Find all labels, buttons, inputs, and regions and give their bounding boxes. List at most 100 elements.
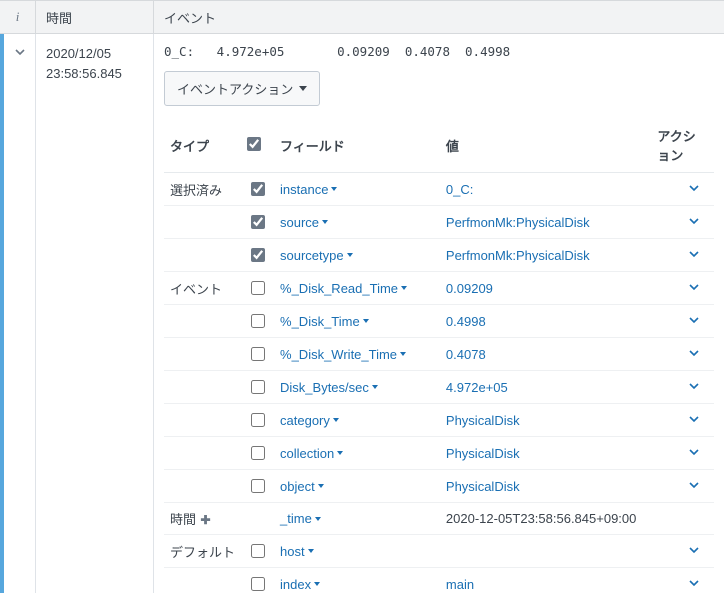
checkbox-cell: [241, 535, 274, 568]
checkbox-cell: [241, 305, 274, 338]
row-action-toggle[interactable]: [688, 248, 700, 260]
field-value-link[interactable]: 0.4078: [446, 347, 486, 362]
field-value-link[interactable]: 4.972e+05: [446, 380, 508, 395]
caret-down-icon: [308, 549, 314, 553]
field-value-text: 2020-12-05T23:58:56.845+09:00: [446, 511, 636, 526]
group-label: [164, 437, 241, 470]
row-action-toggle[interactable]: [688, 215, 700, 227]
row-action-toggle[interactable]: [688, 479, 700, 491]
field-name-cell: Disk_Bytes/sec: [274, 371, 440, 404]
checkbox-cell: [241, 338, 274, 371]
caret-down-icon: [333, 418, 339, 422]
field-value-link[interactable]: main: [446, 577, 474, 592]
row-action-toggle[interactable]: [688, 380, 700, 392]
field-value-cell: PerfmonMk:PhysicalDisk: [440, 239, 651, 272]
col-select-all[interactable]: [241, 120, 274, 173]
group-label: [164, 206, 241, 239]
col-field-header: フィールド: [274, 120, 440, 173]
field-name-link[interactable]: _time: [280, 511, 321, 526]
row-action-toggle[interactable]: [688, 347, 700, 359]
row-action-cell: [651, 338, 714, 371]
field-name-cell: sourcetype: [274, 239, 440, 272]
field-checkbox[interactable]: [251, 544, 265, 558]
group-label: [164, 239, 241, 272]
field-name-link[interactable]: %_Disk_Write_Time: [280, 347, 406, 362]
field-checkbox[interactable]: [251, 215, 265, 229]
field-name-cell: instance: [274, 173, 440, 206]
time-column-header: 時間: [36, 1, 154, 33]
row-action-toggle[interactable]: [688, 413, 700, 425]
field-checkbox[interactable]: [251, 347, 265, 361]
group-label: [164, 568, 241, 593]
field-name-link[interactable]: sourcetype: [280, 248, 353, 263]
caret-down-icon: [318, 484, 324, 488]
field-name-link[interactable]: host: [280, 544, 314, 559]
field-name-link[interactable]: %_Disk_Read_Time: [280, 281, 407, 296]
field-value-link[interactable]: 0.09209: [446, 281, 493, 296]
field-checkbox[interactable]: [251, 380, 265, 394]
field-name-link[interactable]: object: [280, 479, 324, 494]
field-checkbox[interactable]: [251, 281, 265, 295]
field-checkbox[interactable]: [251, 413, 265, 427]
field-name-link[interactable]: Disk_Bytes/sec: [280, 380, 378, 395]
field-checkbox[interactable]: [251, 446, 265, 460]
field-value-cell: PhysicalDisk: [440, 437, 651, 470]
field-value-link[interactable]: PerfmonMk:PhysicalDisk: [446, 215, 590, 230]
row-action-toggle[interactable]: [688, 577, 700, 589]
event-action-button[interactable]: イベントアクション: [164, 71, 320, 106]
field-checkbox[interactable]: [251, 577, 265, 591]
field-value-link[interactable]: 0_C:: [446, 182, 473, 197]
field-value-link[interactable]: PerfmonMk:PhysicalDisk: [446, 248, 590, 263]
checkbox-cell: [241, 437, 274, 470]
field-value-link[interactable]: 0.4998: [446, 314, 486, 329]
field-name-link[interactable]: %_Disk_Time: [280, 314, 369, 329]
row-action-toggle[interactable]: [688, 446, 700, 458]
field-name-cell: source: [274, 206, 440, 239]
group-label: [164, 371, 241, 404]
checkbox-cell: [241, 206, 274, 239]
field-checkbox[interactable]: [251, 479, 265, 493]
field-checkbox[interactable]: [251, 248, 265, 262]
row-action-cell: [651, 371, 714, 404]
checkbox-cell: [241, 371, 274, 404]
field-value-cell: 0.09209: [440, 272, 651, 305]
field-value-cell: 0_C:: [440, 173, 651, 206]
caret-down-icon: [347, 253, 353, 257]
field-name-link[interactable]: category: [280, 413, 339, 428]
row-action-toggle[interactable]: [688, 544, 700, 556]
field-value-cell: 4.972e+05: [440, 371, 651, 404]
row-action-toggle[interactable]: [688, 281, 700, 293]
field-name-link[interactable]: index: [280, 577, 320, 592]
plus-icon[interactable]: ✚: [199, 514, 212, 527]
row-action-cell: [651, 404, 714, 437]
field-value-cell: 2020-12-05T23:58:56.845+09:00: [440, 503, 651, 535]
checkbox-cell: [241, 404, 274, 437]
row-action-toggle[interactable]: [688, 182, 700, 194]
expand-toggle[interactable]: [4, 34, 36, 593]
field-checkbox[interactable]: [251, 182, 265, 196]
table-row: category PhysicalDisk: [164, 404, 714, 437]
event-column-header: イベント: [154, 1, 724, 33]
caret-down-icon: [400, 352, 406, 356]
caret-down-icon: [337, 451, 343, 455]
field-name-link[interactable]: instance: [280, 182, 337, 197]
row-action-toggle[interactable]: [688, 314, 700, 326]
field-name-cell: _time: [274, 503, 440, 535]
field-name-link[interactable]: source: [280, 215, 328, 230]
checkbox-cell: [241, 503, 274, 535]
row-action-cell: [651, 239, 714, 272]
field-value-link[interactable]: PhysicalDisk: [446, 413, 520, 428]
table-row: object PhysicalDisk: [164, 470, 714, 503]
field-name-cell: object: [274, 470, 440, 503]
field-name-link[interactable]: collection: [280, 446, 343, 461]
row-action-cell: [651, 305, 714, 338]
field-value-link[interactable]: PhysicalDisk: [446, 479, 520, 494]
event-detail-panel: i 時間 イベント 2020/12/05 23:58:56.845 0_C: 4…: [0, 0, 724, 593]
select-all-checkbox[interactable]: [247, 137, 261, 151]
field-checkbox[interactable]: [251, 314, 265, 328]
timestamp-date: 2020/12/05: [46, 44, 143, 64]
field-value-cell: main: [440, 568, 651, 593]
field-value-link[interactable]: PhysicalDisk: [446, 446, 520, 461]
checkbox-cell: [241, 568, 274, 593]
row-action-cell: [651, 470, 714, 503]
